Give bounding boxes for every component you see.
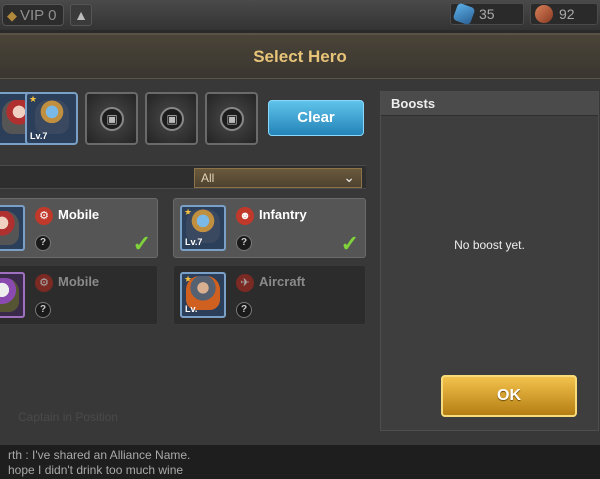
ok-button[interactable]: OK xyxy=(441,375,577,417)
chat-line-2: hope I didn't drink too much wine xyxy=(8,463,184,477)
hero-type-label: Mobile xyxy=(58,274,100,289)
lock-icon: ▣ xyxy=(220,107,244,131)
filter-value: All xyxy=(201,171,215,185)
hero-level: Lv. xyxy=(185,304,198,314)
hero-portrait xyxy=(35,100,69,134)
filter-row: All ⌄ xyxy=(0,165,366,189)
vip-badge[interactable]: ◆ VIP 0 xyxy=(2,4,64,26)
food-resource[interactable]: 92 xyxy=(530,3,598,25)
mobile-type-icon: ⚙ xyxy=(35,274,53,292)
chat-line-1: rth : I've shared an Alliance Name. xyxy=(8,448,191,462)
chat-bar[interactable]: rth : I've shared an Alliance Name. hope… xyxy=(0,445,600,479)
crystal-icon xyxy=(452,2,476,26)
hero-card-aircraft[interactable]: ★ Lv. ✈ Aircraft ? xyxy=(173,265,366,325)
boosts-empty-text: No boost yet. xyxy=(454,238,525,252)
question-icon[interactable]: ? xyxy=(236,302,252,318)
hero-card-infantry-selected[interactable]: ★ Lv.7 ☻ Infantry ? ✓ xyxy=(173,198,366,258)
select-hero-modal: Select Hero ★ Lv.7 ▣ ▣ ▣ Clear All ⌄ ⚙ M… xyxy=(0,33,600,445)
locked-slot-2[interactable]: ▣ xyxy=(145,92,198,145)
food-icon xyxy=(535,5,553,23)
hero-portrait xyxy=(0,272,25,318)
star-icon: ★ xyxy=(29,94,38,104)
hero-portrait: ★ Lv.7 xyxy=(180,205,226,251)
hero-portrait: ★ Lv. xyxy=(180,272,226,318)
clear-button[interactable]: Clear xyxy=(268,100,364,136)
question-icon[interactable]: ? xyxy=(236,235,252,251)
crystal-value: 35 xyxy=(479,6,495,22)
question-icon[interactable]: ? xyxy=(35,235,51,251)
hero-type-label: Aircraft xyxy=(259,274,306,289)
hero-portrait xyxy=(0,205,25,251)
top-bar: ◆ VIP 0 ▲ 35 92 xyxy=(0,0,600,30)
mobile-type-icon: ⚙ xyxy=(35,207,53,225)
hero-type-label: Infantry xyxy=(259,207,307,222)
lock-icon: ▣ xyxy=(100,107,124,131)
type-filter-select[interactable]: All ⌄ xyxy=(194,168,362,188)
hero-card-mobile-selected[interactable]: ⚙ Mobile ? ✓ xyxy=(0,198,158,258)
hero-face xyxy=(0,278,19,312)
boosts-panel: Boosts No boost yet. OK xyxy=(380,91,599,431)
chevron-down-icon: ⌄ xyxy=(343,169,355,185)
boosts-header: Boosts xyxy=(381,92,598,116)
crystal-resource[interactable]: 35 xyxy=(450,2,524,26)
lock-icon: ▣ xyxy=(160,107,184,131)
hero-face xyxy=(0,211,19,245)
locked-slot-3[interactable]: ▣ xyxy=(205,92,258,145)
vip-label: VIP 0 xyxy=(20,7,57,24)
hero-slot-2[interactable]: ★ Lv.7 xyxy=(25,92,78,145)
question-icon[interactable]: ? xyxy=(35,302,51,318)
locked-slot-1[interactable]: ▣ xyxy=(85,92,138,145)
hero-card-mobile[interactable]: ⚙ Mobile ? xyxy=(0,265,158,325)
background-faded-text: Captain in Position xyxy=(18,410,119,424)
aircraft-type-icon: ✈ xyxy=(236,274,254,292)
arrow-up-icon[interactable]: ▲ xyxy=(70,4,92,26)
checkmark-icon: ✓ xyxy=(132,231,151,256)
hero-type-label: Mobile xyxy=(58,207,100,222)
modal-title: Select Hero xyxy=(253,47,347,66)
infantry-type-icon: ☻ xyxy=(236,207,254,225)
food-value: 92 xyxy=(559,6,575,22)
hero-level: Lv.7 xyxy=(185,237,203,247)
diamond-icon: ◆ xyxy=(7,8,17,23)
modal-title-bar: Select Hero xyxy=(0,35,600,79)
checkmark-icon: ✓ xyxy=(340,231,359,256)
hero-level: Lv.7 xyxy=(30,131,48,141)
